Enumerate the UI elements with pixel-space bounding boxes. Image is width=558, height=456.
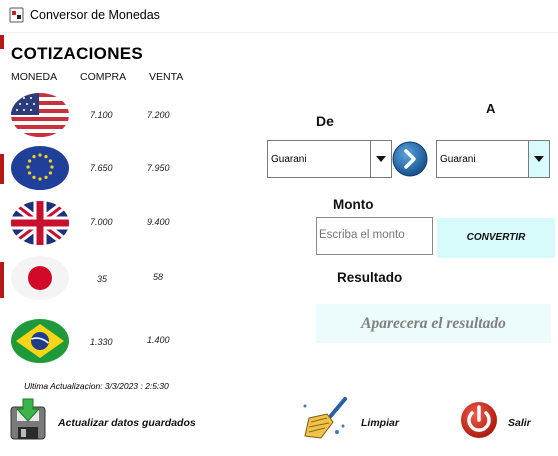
amount-input[interactable] bbox=[317, 218, 431, 252]
japan-flag-icon bbox=[11, 256, 69, 300]
chevron-down-icon[interactable] bbox=[370, 141, 391, 177]
quotes-title: COTIZACIONES bbox=[11, 44, 144, 63]
clear-button[interactable]: Limpiar bbox=[361, 417, 399, 429]
swap-button[interactable] bbox=[392, 141, 428, 177]
sell-rate: 1.400 bbox=[147, 335, 170, 345]
sell-rate: 7.200 bbox=[147, 110, 170, 120]
column-header-sell: VENTA bbox=[149, 71, 184, 83]
to-currency-value: Guarani bbox=[440, 154, 476, 165]
column-header-currency: MONEDA bbox=[11, 71, 58, 83]
chevron-down-icon[interactable] bbox=[528, 141, 549, 177]
broom-icon[interactable] bbox=[301, 396, 349, 442]
to-currency-select[interactable]: Guarani bbox=[436, 140, 550, 178]
result-display: Aparecera el resultado bbox=[316, 304, 551, 343]
exit-button[interactable]: Salir bbox=[508, 417, 531, 429]
power-icon[interactable] bbox=[459, 398, 499, 440]
amount-field[interactable] bbox=[316, 217, 433, 255]
save-update-icon[interactable] bbox=[9, 397, 49, 443]
buy-rate: 1.330 bbox=[90, 337, 113, 347]
buy-rate: 35 bbox=[97, 274, 108, 284]
convert-button[interactable]: CONVERTIR bbox=[437, 218, 555, 258]
brazil-flag-icon bbox=[11, 319, 69, 363]
window-edge bbox=[0, 262, 4, 298]
last-update-text: Ultima Actualizacion: 3/3/2023 : 2:5:30 bbox=[24, 381, 169, 391]
from-label: De bbox=[316, 113, 334, 129]
eu-flag-icon bbox=[11, 146, 69, 190]
from-currency-select[interactable]: Guarani bbox=[267, 140, 392, 178]
window-title: Conversor de Monedas bbox=[30, 8, 160, 22]
sell-rate: 58 bbox=[153, 272, 164, 282]
from-currency-value: Guarani bbox=[271, 154, 307, 165]
buy-rate: 7.650 bbox=[90, 163, 113, 173]
to-label: A bbox=[486, 101, 496, 116]
chevron-right-icon bbox=[392, 141, 428, 177]
usa-flag-icon bbox=[11, 93, 69, 137]
amount-label: Monto bbox=[333, 197, 374, 212]
buy-rate: 7.000 bbox=[90, 217, 113, 227]
buy-rate: 7.100 bbox=[90, 110, 113, 120]
sell-rate: 9.400 bbox=[147, 217, 170, 227]
window-edge bbox=[0, 154, 4, 184]
uk-flag-icon bbox=[11, 201, 69, 245]
result-label: Resultado bbox=[337, 270, 403, 285]
card-icon bbox=[9, 7, 25, 23]
column-header-buy: COMPRA bbox=[80, 71, 127, 83]
sell-rate: 7.950 bbox=[147, 163, 170, 173]
update-data-button[interactable]: Actualizar datos guardados bbox=[58, 417, 196, 429]
window-edge bbox=[0, 35, 4, 49]
